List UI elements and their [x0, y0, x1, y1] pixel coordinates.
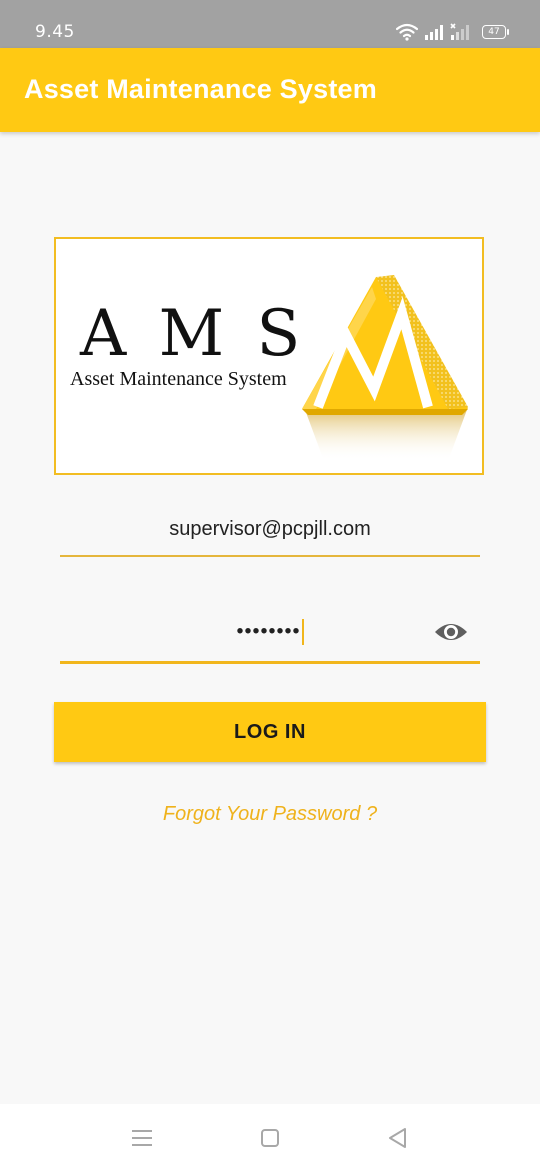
logo-letters: A M S [79, 297, 306, 371]
email-value[interactable]: supervisor@pcpjll.com [60, 518, 480, 541]
no-signal-icon [450, 23, 469, 40]
forgot-password-link[interactable]: Forgot Your Password ? [0, 803, 540, 826]
text-cursor [301, 619, 304, 645]
app-bar: Asset Maintenance System [0, 48, 540, 132]
password-value-wrap[interactable]: •••••••• [60, 619, 480, 645]
status-icons: 47 [396, 20, 509, 44]
signal-icon [425, 25, 443, 40]
battery-icon: 47 [482, 25, 509, 39]
system-nav-bar [0, 1104, 540, 1170]
status-bar: 9.45 47 [0, 0, 540, 48]
eye-icon[interactable] [434, 619, 468, 645]
logo-caption: Asset Maintenance System [70, 368, 287, 390]
password-value: •••••••• [236, 620, 301, 643]
ams-logo: A M S Asset Maintenance System [54, 237, 484, 475]
login-button[interactable]: LOG IN [54, 702, 486, 762]
page-title: Asset Maintenance System [24, 74, 377, 104]
status-time: 9.45 [35, 22, 75, 42]
wifi-icon [396, 23, 418, 41]
email-field[interactable]: supervisor@pcpjll.com [60, 505, 480, 557]
home-square-icon[interactable] [256, 1124, 284, 1152]
menu-icon[interactable] [128, 1124, 156, 1152]
password-field[interactable]: •••••••• [60, 605, 480, 664]
back-triangle-icon[interactable] [384, 1124, 412, 1152]
